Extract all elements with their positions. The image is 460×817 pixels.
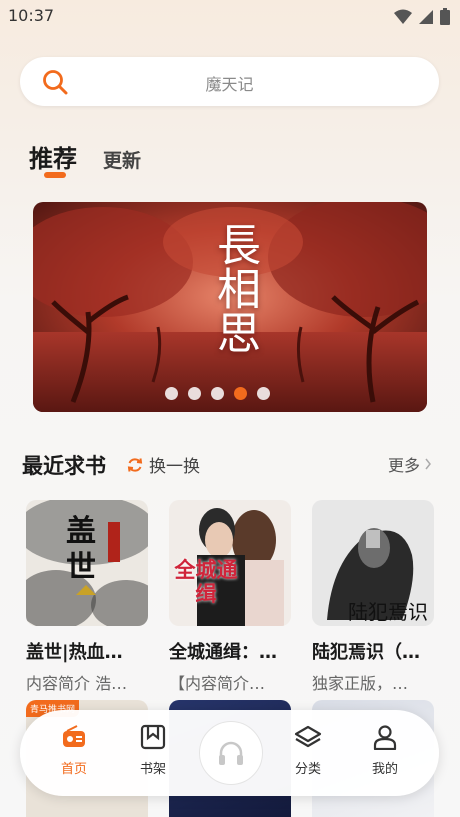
banner-dot[interactable] <box>211 387 224 400</box>
banner-dot[interactable] <box>257 387 270 400</box>
battery-icon <box>440 8 450 25</box>
bookmark-icon <box>140 724 166 750</box>
tab-active-indicator <box>44 172 66 178</box>
status-bar: 10:37 <box>0 0 460 34</box>
nav-category[interactable]: 分类 <box>280 724 336 777</box>
book-cover-text: 陆犯焉识 <box>348 600 428 624</box>
user-icon <box>373 725 397 751</box>
wifi-icon <box>394 9 412 24</box>
nav-label: 书架 <box>139 762 166 777</box>
refresh-label: 换一换 <box>149 457 200 477</box>
banner-title: 長相思 <box>209 222 260 354</box>
status-time: 10:37 <box>8 6 55 25</box>
book-card[interactable]: 全城通缉 全城通缉：… 【内容简介… <box>169 500 293 694</box>
refresh-button[interactable]: 换一换 <box>127 452 200 477</box>
book-card[interactable]: 盖世 盖世|热血… 内容简介 浩… <box>26 500 150 694</box>
layers-icon <box>294 725 322 748</box>
nav-label: 分类 <box>294 762 321 777</box>
banner-dot[interactable] <box>188 387 201 400</box>
book-card[interactable]: 陆犯焉识 陆犯焉识（… 独家正版，… <box>312 500 436 694</box>
nav-home[interactable]: 首页 <box>46 724 102 777</box>
search-input[interactable]: 魔天记 <box>20 71 439 95</box>
bottom-nav: 首页 书架 分类 我的 <box>20 710 439 796</box>
banner-carousel[interactable]: 長相思 <box>33 202 427 412</box>
book-desc: 【内容简介… <box>169 674 266 693</box>
status-icons <box>394 8 450 25</box>
banner-pagination[interactable] <box>165 387 270 400</box>
nav-bookshelf[interactable]: 书架 <box>125 724 181 777</box>
book-cover[interactable]: 全城通缉 <box>169 500 291 626</box>
nav-label: 我的 <box>371 762 398 777</box>
radio-icon <box>63 725 85 747</box>
nav-player[interactable] <box>199 721 263 785</box>
banner-dot-active[interactable] <box>234 387 247 400</box>
tab-update[interactable]: 更新 <box>103 146 141 173</box>
nav-label: 首页 <box>60 762 87 777</box>
book-desc: 独家正版，… <box>312 674 409 693</box>
chevron-right-icon <box>425 458 431 470</box>
headphones-icon <box>219 741 243 765</box>
refresh-icon <box>127 457 143 472</box>
book-cover[interactable]: 陆犯焉识 <box>312 500 434 626</box>
more-button[interactable]: 更多 <box>388 452 432 476</box>
book-title[interactable]: 盖世|热血… <box>26 638 148 664</box>
book-title[interactable]: 陆犯焉识（… <box>312 638 434 664</box>
book-cover[interactable]: 盖世 <box>26 500 148 626</box>
book-cover-text: 全城通缉 <box>174 557 238 606</box>
book-desc: 内容简介 浩… <box>26 674 128 693</box>
tab-recommend[interactable]: 推荐 <box>29 139 77 174</box>
signal-icon <box>419 9 433 24</box>
section-title: 最近求书 <box>22 454 106 478</box>
book-cover-text: 盖世 <box>66 514 96 585</box>
book-title[interactable]: 全城通缉：… <box>169 638 291 664</box>
more-label: 更多 <box>388 456 421 475</box>
nav-profile[interactable]: 我的 <box>357 724 413 777</box>
banner-dot[interactable] <box>165 387 178 400</box>
search-bar[interactable]: 魔天记 <box>20 57 439 106</box>
